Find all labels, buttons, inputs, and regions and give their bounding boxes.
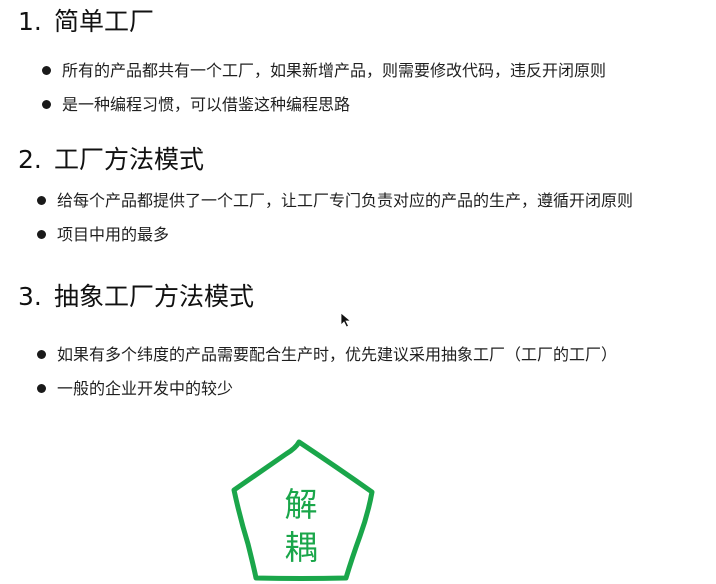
section-3-bullet-list: 如果有多个纬度的产品需要配合生产时，优先建议采用抽象工厂（工厂的工厂） 一般的企…	[37, 338, 617, 406]
section-1-bullet-list: 所有的产品都共有一个工厂，如果新增产品，则需要修改代码，违反开闭原则 是一种编程…	[42, 54, 606, 122]
section-2-heading: 2. 工厂方法模式	[18, 145, 204, 175]
section-1-heading: 1. 简单工厂	[18, 7, 154, 37]
bullet-text: 一般的企业开发中的较少	[57, 379, 234, 398]
list-item: 一般的企业开发中的较少	[37, 372, 617, 406]
bullet-text: 给每个产品都提供了一个工厂，让工厂专门负责对应的产品的生产，遵循开闭原则	[57, 191, 634, 210]
section-2-number: 2.	[18, 145, 42, 174]
bullet-text: 是一种编程习惯，可以借鉴这种编程思路	[62, 95, 351, 114]
list-item: 给每个产品都提供了一个工厂，让工厂专门负责对应的产品的生产，遵循开闭原则	[37, 184, 633, 218]
badge-char-1: 解	[284, 485, 318, 524]
section-3-heading: 3. 抽象工厂方法模式	[18, 282, 254, 312]
bullet-text: 所有的产品都共有一个工厂，如果新增产品，则需要修改代码，违反开闭原则	[62, 61, 607, 80]
bullet-dot-icon	[42, 100, 51, 109]
section-3-title: 抽象工厂方法模式	[54, 282, 255, 311]
bullet-dot-icon	[37, 384, 46, 393]
list-item: 项目中用的最多	[37, 218, 633, 252]
bullet-dot-icon	[42, 66, 51, 75]
section-2-bullet-list: 给每个产品都提供了一个工厂，让工厂专门负责对应的产品的生产，遵循开闭原则 项目中…	[37, 184, 633, 252]
badge-char-2: 耦	[284, 528, 318, 567]
list-item: 所有的产品都共有一个工厂，如果新增产品，则需要修改代码，违反开闭原则	[42, 54, 606, 88]
section-3-number: 3.	[18, 282, 42, 311]
bullet-dot-icon	[37, 230, 46, 239]
decoupling-badge: 解 耦	[226, 438, 376, 584]
bullet-dot-icon	[37, 196, 46, 205]
list-item: 是一种编程习惯，可以借鉴这种编程思路	[42, 88, 606, 122]
bullet-dot-icon	[37, 350, 46, 359]
section-1-title: 简单工厂	[54, 7, 155, 36]
list-item: 如果有多个纬度的产品需要配合生产时，优先建议采用抽象工厂（工厂的工厂）	[37, 338, 617, 372]
bullet-text: 项目中用的最多	[57, 225, 170, 244]
section-2-title: 工厂方法模式	[54, 145, 205, 174]
mouse-cursor-icon	[340, 312, 352, 328]
section-1-number: 1.	[18, 7, 42, 36]
bullet-text: 如果有多个纬度的产品需要配合生产时，优先建议采用抽象工厂（工厂的工厂）	[57, 345, 618, 364]
